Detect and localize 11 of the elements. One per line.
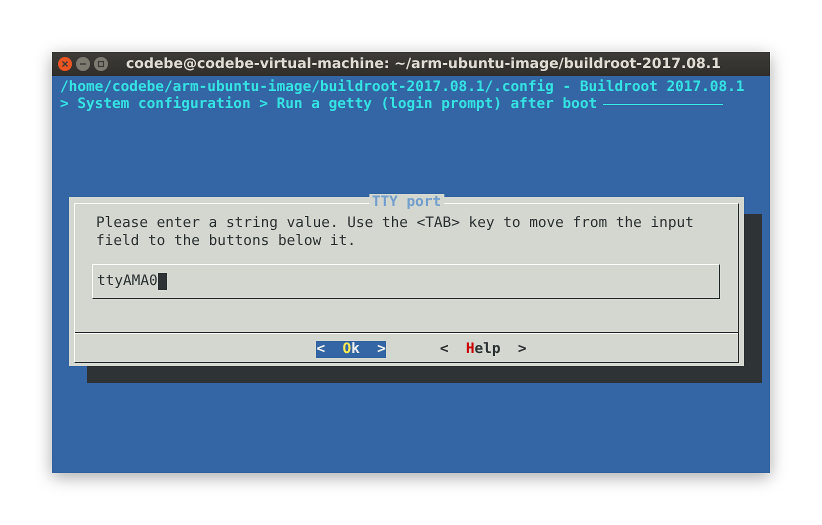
dialog-message: Please enter a string value. Use the <TAB> key to move from the input field to the buttons below it. bbox=[96, 214, 695, 250]
dialog-button[interactable]: < Help > bbox=[440, 341, 526, 358]
minimize-icon[interactable] bbox=[76, 57, 90, 71]
window-title: codebe@codebe-virtual-machine: ~/arm-ubuntu-image/buildroot-2017.08.1 bbox=[126, 56, 721, 72]
config-path: /home/codebe/arm-ubuntu-image/buildroot-2017.08.1/.config - Buildroot 2017.08.1 bbox=[60, 79, 746, 96]
maximize-icon[interactable] bbox=[94, 57, 108, 71]
close-icon[interactable] bbox=[58, 57, 72, 71]
input-field[interactable]: ttyAMA0 bbox=[92, 264, 720, 299]
dialog-title: TTY port bbox=[368, 194, 444, 211]
breadcrumb: > System configuration > Run a getty (login prompt) after boot bbox=[60, 96, 598, 113]
dialog-button[interactable]: < Ok > bbox=[316, 341, 386, 358]
